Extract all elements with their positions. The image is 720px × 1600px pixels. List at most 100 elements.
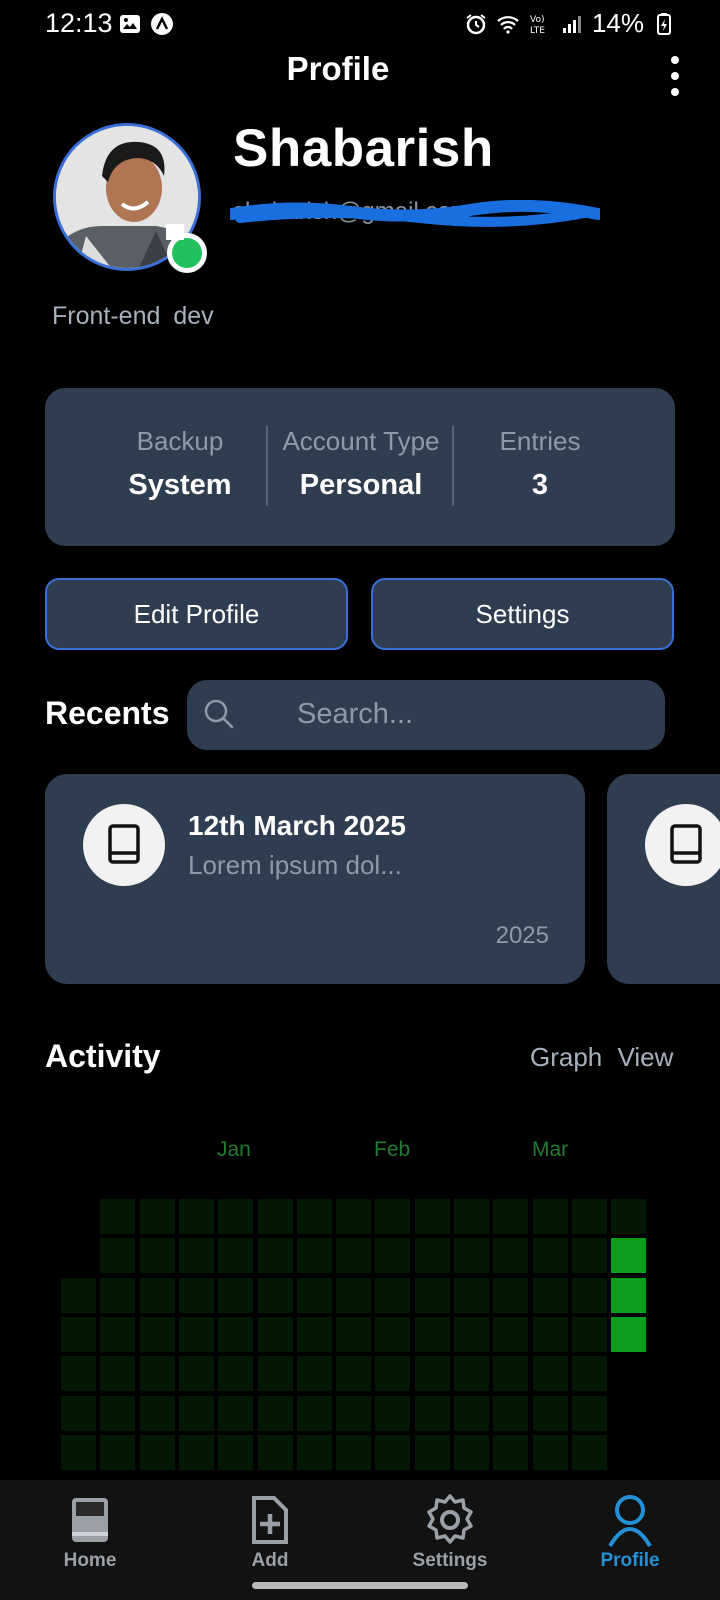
heatmap-cell xyxy=(138,1198,176,1235)
heatmap-cell xyxy=(295,1276,333,1314)
more-options-icon[interactable] xyxy=(663,56,687,96)
heatmap-cell xyxy=(413,1315,451,1353)
heatmap-cell xyxy=(256,1315,294,1353)
stat-backup: Backup System xyxy=(105,426,255,502)
stats-card: Backup System Account Type Personal Entr… xyxy=(45,388,675,546)
heatmap-cell xyxy=(99,1315,137,1353)
search-input[interactable]: Search... xyxy=(187,680,665,750)
heatmap-cell xyxy=(138,1394,176,1432)
heatmap-cell xyxy=(531,1276,569,1314)
nav-label: Add xyxy=(251,1550,289,1571)
stat-divider xyxy=(266,426,268,506)
online-status-indicator xyxy=(166,224,207,273)
heatmap-cell xyxy=(374,1315,412,1353)
heatmap-cell xyxy=(335,1198,373,1235)
heatmap-cell xyxy=(295,1433,333,1471)
heatmap-cell xyxy=(531,1237,569,1275)
heatmap-cell xyxy=(256,1276,294,1314)
search-icon xyxy=(204,699,234,729)
heatmap-cell xyxy=(256,1355,294,1393)
heatmap-cell xyxy=(413,1394,451,1432)
heatmap-cell xyxy=(99,1276,137,1314)
app-notification-icon xyxy=(151,13,173,35)
status-left-icons xyxy=(118,12,174,36)
heatmap-cell xyxy=(217,1276,255,1314)
heatmap-cell xyxy=(492,1276,530,1314)
heatmap-cell xyxy=(60,1355,97,1393)
heatmap-cell xyxy=(531,1394,569,1432)
nav-home[interactable]: Home xyxy=(20,1492,160,1572)
nav-profile[interactable]: Profile xyxy=(560,1492,700,1572)
heatmap-cell xyxy=(217,1433,255,1471)
heatmap-cell xyxy=(570,1433,608,1471)
heatmap-cell xyxy=(492,1394,530,1432)
stat-account-type: Account Type Personal xyxy=(271,426,451,502)
heatmap-cell xyxy=(177,1237,215,1275)
status-right: Vo) LTE 14% xyxy=(464,8,676,39)
heatmap-cell xyxy=(217,1237,255,1275)
recent-entry-snippet: Lorem ipsum dol... xyxy=(188,850,402,880)
heatmap-cell xyxy=(256,1433,294,1471)
heatmap-cell xyxy=(177,1198,215,1235)
month-label-mar: Mar xyxy=(532,1138,569,1161)
heatmap-cell xyxy=(335,1355,373,1393)
heatmap-cell xyxy=(531,1315,569,1353)
stat-value: Personal xyxy=(299,469,423,501)
activity-title: Activity xyxy=(45,1038,161,1074)
heatmap-cell xyxy=(295,1355,333,1393)
heatmap-cell xyxy=(570,1198,608,1235)
heatmap-cell xyxy=(492,1315,530,1353)
volte-icon: Vo)LTE xyxy=(530,15,545,36)
heatmap-cell xyxy=(217,1198,255,1235)
heatmap-cell xyxy=(177,1433,215,1471)
heatmap-cell xyxy=(138,1355,176,1393)
user-icon xyxy=(608,1495,652,1548)
heatmap-cell xyxy=(374,1355,412,1393)
email-redaction-scribble xyxy=(230,200,600,227)
edit-profile-button[interactable]: Edit Profile xyxy=(45,578,348,650)
heatmap-cell xyxy=(453,1198,490,1235)
gear-icon xyxy=(427,1494,473,1544)
nav-settings[interactable]: Settings xyxy=(380,1492,520,1572)
status-bar: 12:13 Vo) LTE 14% xyxy=(0,0,720,48)
heatmap-cell xyxy=(99,1355,137,1393)
gallery-icon xyxy=(120,15,140,33)
heatmap-cell xyxy=(99,1394,137,1432)
heatmap-cell xyxy=(335,1315,373,1353)
heatmap-cell xyxy=(60,1276,97,1314)
recent-entry-card[interactable]: 12th March 2025 Lorem ipsum dol... 2025 xyxy=(45,774,585,984)
heatmap-cell xyxy=(570,1355,608,1393)
recent-entry-card-partial[interactable] xyxy=(607,774,720,984)
heatmap-cell xyxy=(453,1237,490,1275)
user-role: Front-end dev xyxy=(52,302,214,330)
heatmap-cell xyxy=(335,1433,373,1471)
heatmap-cell xyxy=(256,1237,294,1275)
svg-text:LTE: LTE xyxy=(530,26,545,36)
heatmap-cell xyxy=(610,1237,648,1275)
heatmap-cell xyxy=(453,1355,490,1393)
month-label-jan: Jan xyxy=(217,1138,251,1161)
user-name: Shabarish xyxy=(233,119,494,178)
heatmap-cell xyxy=(492,1198,530,1235)
heatmap-cell xyxy=(177,1355,215,1393)
heatmap-cell xyxy=(453,1433,490,1471)
heatmap-cell xyxy=(99,1237,137,1275)
heatmap-cell xyxy=(217,1315,255,1353)
heatmap-cell xyxy=(295,1237,333,1275)
recent-entry-year: 2025 xyxy=(495,922,549,949)
heatmap-cell xyxy=(295,1198,333,1235)
heatmap-cell xyxy=(138,1315,176,1353)
heatmap-cell xyxy=(570,1237,608,1275)
nav-add[interactable]: Add xyxy=(200,1492,340,1572)
heatmap-cell xyxy=(413,1198,451,1235)
heatmap-cell xyxy=(492,1433,530,1471)
graph-view-link[interactable]: Graph View xyxy=(530,1042,673,1073)
status-time: 12:13 xyxy=(45,8,113,38)
add-file-icon xyxy=(252,1496,288,1544)
heatmap-cell xyxy=(374,1237,412,1275)
signal-icon xyxy=(562,15,581,33)
recent-entry-date: 12th March 2025 xyxy=(188,810,406,841)
heatmap-cell xyxy=(138,1276,176,1314)
heatmap-cell xyxy=(374,1198,412,1235)
settings-button[interactable]: Settings xyxy=(371,578,674,650)
